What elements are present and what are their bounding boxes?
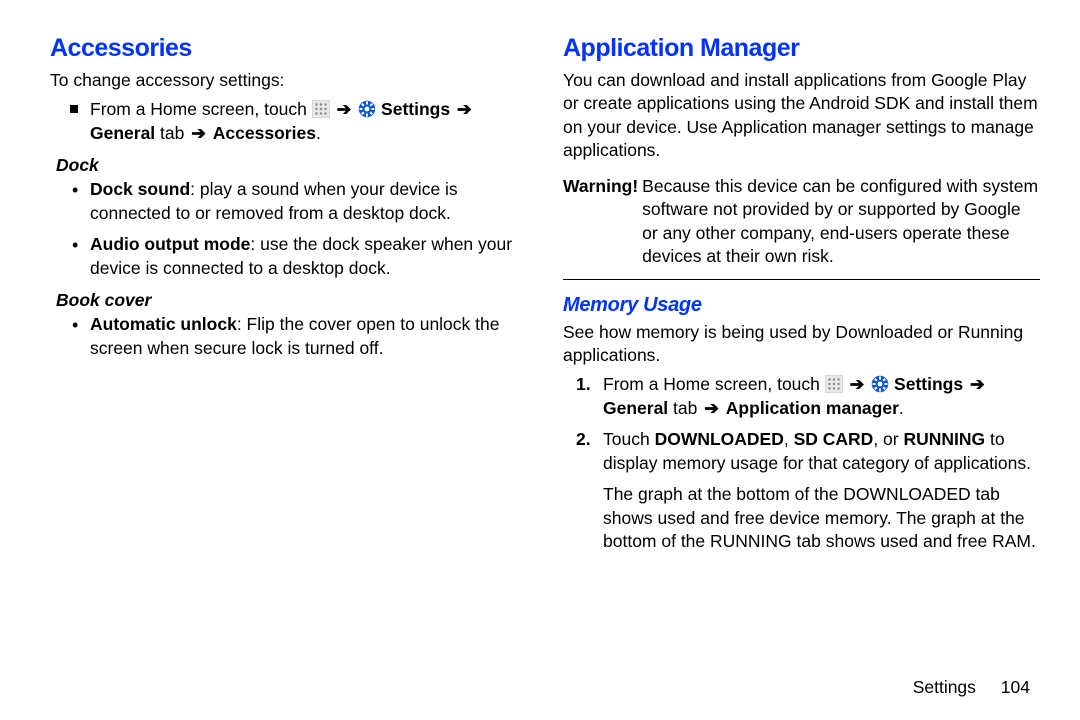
dock-subheading: Dock bbox=[56, 155, 527, 176]
application-manager-heading: Application Manager bbox=[563, 34, 1040, 63]
step1-settings: Settings bbox=[894, 374, 963, 394]
arrow-icon: ➔ bbox=[702, 398, 721, 418]
arrow-icon: ➔ bbox=[848, 374, 867, 394]
warning-label: Warning! bbox=[563, 175, 642, 269]
memory-usage-intro: See how memory is being used by Download… bbox=[563, 321, 1040, 368]
settings-gear-icon bbox=[358, 100, 376, 118]
nav-general-label: General bbox=[90, 123, 155, 143]
memory-usage-steps: From a Home screen, touch ➔ Settings ➔ G… bbox=[563, 373, 1040, 553]
arrow-icon: ➔ bbox=[335, 99, 354, 119]
memory-usage-subheading: Memory Usage bbox=[563, 294, 1040, 317]
nav-destination: Accessories bbox=[213, 123, 316, 143]
nav-tab-word: tab bbox=[155, 123, 189, 143]
dock-sound-item: Dock sound: play a sound when your devic… bbox=[50, 178, 527, 225]
nav-settings-label: Settings bbox=[381, 99, 450, 119]
nav-period: . bbox=[316, 123, 321, 143]
step-2-note: The graph at the bottom of the DOWNLOADE… bbox=[603, 483, 1040, 553]
audio-output-mode-item: Audio output mode: use the dock speaker … bbox=[50, 233, 527, 280]
automatic-unlock-item: Automatic unlock: Flip the cover open to… bbox=[50, 313, 527, 360]
dock-options-list: Dock sound: play a sound when your devic… bbox=[50, 178, 527, 280]
divider bbox=[563, 279, 1040, 280]
warning-body: Because this device can be configured wi… bbox=[642, 175, 1040, 269]
arrow-icon: ➔ bbox=[968, 374, 987, 394]
downloaded-label: DOWNLOADED bbox=[655, 429, 784, 449]
accessories-intro: To change accessory settings: bbox=[50, 69, 527, 92]
step1-tab-word: tab bbox=[668, 398, 702, 418]
book-cover-subheading: Book cover bbox=[56, 290, 527, 311]
apps-grid-icon bbox=[825, 375, 843, 393]
warning-block: Warning! Because this device can be conf… bbox=[563, 175, 1040, 269]
step-1: From a Home screen, touch ➔ Settings ➔ G… bbox=[563, 373, 1040, 420]
arrow-icon: ➔ bbox=[455, 99, 474, 119]
footer-section: Settings bbox=[913, 677, 976, 697]
nav-pre: From a Home screen, touch bbox=[90, 99, 312, 119]
step1-general: General bbox=[603, 398, 668, 418]
running-label: RUNNING bbox=[903, 429, 985, 449]
step1-pre: From a Home screen, touch bbox=[603, 374, 825, 394]
step-2: Touch DOWNLOADED, SD CARD, or RUNNING to… bbox=[563, 428, 1040, 553]
application-manager-intro: You can download and install application… bbox=[563, 69, 1040, 163]
book-cover-options-list: Automatic unlock: Flip the cover open to… bbox=[50, 313, 527, 360]
page-footer: Settings 104 bbox=[913, 677, 1030, 698]
step1-destination: Application manager bbox=[726, 398, 899, 418]
sd-card-label: SD CARD bbox=[794, 429, 874, 449]
right-column: Application Manager You can download and… bbox=[563, 30, 1040, 700]
accessories-nav-path: From a Home screen, touch ➔ Settings ➔ G… bbox=[50, 98, 527, 145]
settings-gear-icon bbox=[871, 375, 889, 393]
arrow-icon: ➔ bbox=[189, 123, 208, 143]
accessories-heading: Accessories bbox=[50, 34, 527, 63]
footer-page-number: 104 bbox=[1001, 677, 1030, 697]
step1-period: . bbox=[899, 398, 904, 418]
apps-grid-icon bbox=[312, 100, 330, 118]
left-column: Accessories To change accessory settings… bbox=[50, 30, 527, 700]
